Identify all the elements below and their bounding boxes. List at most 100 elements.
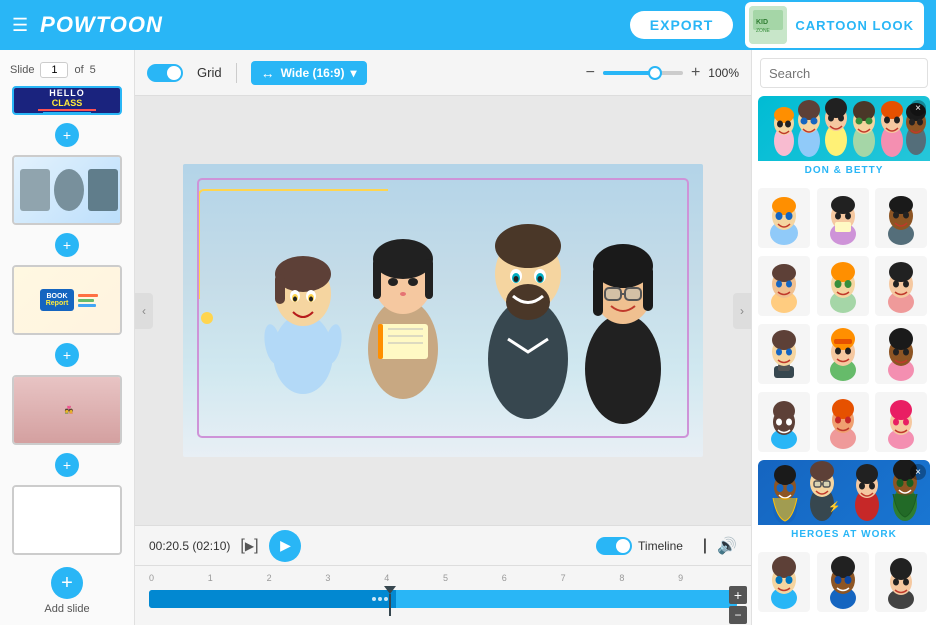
char-cell-14[interactable] <box>817 552 869 612</box>
playhead[interactable] <box>384 586 396 616</box>
timeline-toggle: Timeline <box>596 537 683 555</box>
char-cell-3[interactable] <box>875 188 927 248</box>
char-cell-13[interactable] <box>758 552 810 612</box>
zoom-slider[interactable] <box>603 71 683 75</box>
char-cell-7[interactable] <box>758 324 810 384</box>
cartoon-look-badge[interactable]: KID ZONE CARTOON LOOK <box>745 2 924 48</box>
play-button[interactable]: ▶ <box>269 530 301 562</box>
slide-thumb-4[interactable]: 💑 <box>12 375 122 445</box>
zoom-percentage: 100% <box>708 66 739 80</box>
timeline-zoom-in[interactable]: + <box>729 586 747 604</box>
slide-thumb-5[interactable] <box>12 485 122 555</box>
grid-toggle[interactable] <box>147 64 183 82</box>
panel-scroll: × DON & BETTY <box>752 96 936 625</box>
ruler-mark-0: 0 <box>149 573 208 583</box>
char-cell-10[interactable] <box>758 392 810 452</box>
heroes-label: HEROES AT WORK <box>758 525 930 544</box>
add-to-slide-4[interactable]: + <box>12 449 122 481</box>
add-to-slide-2[interactable]: + <box>12 229 122 261</box>
collapse-left-button[interactable]: ‹ <box>135 293 153 329</box>
timeline-switch[interactable] <box>596 537 632 555</box>
timeline-zoom-out[interactable]: − <box>729 606 747 624</box>
ruler-mark-9: 9 <box>678 573 737 583</box>
zoom-minus-button[interactable]: − <box>586 64 595 82</box>
character-grid-5 <box>758 552 930 612</box>
zoom-plus-button[interactable]: + <box>691 64 700 82</box>
aspect-ratio-button[interactable]: ↔ Wide (16:9) ▾ <box>251 61 367 85</box>
menu-icon[interactable]: ☰ <box>12 15 28 36</box>
bracket-button[interactable]: [ ▶ ] <box>240 537 258 555</box>
slide-thumb-1[interactable]: HELLO CLASS <box>12 86 122 115</box>
canvas-area: Grid ↔ Wide (16:9) ▾ − + 100% ‹ <box>135 50 751 625</box>
track-dot-1 <box>372 597 376 601</box>
right-panel: 🔍 <box>751 50 936 625</box>
track-dot-2 <box>378 597 382 601</box>
slide-thumb-3[interactable]: BOOK Report <box>12 265 122 335</box>
char-cell-5[interactable] <box>817 256 869 316</box>
add-icon-3: + <box>55 343 79 367</box>
cartoon-look-thumb: KID ZONE <box>749 6 787 44</box>
video-canvas-wrap: ‹ <box>135 96 751 525</box>
slide-thumb-2[interactable] <box>12 155 122 225</box>
add-slide-icon: + <box>51 567 83 599</box>
add-slide-button[interactable]: + Add slide <box>44 567 89 615</box>
add-slide-label: Add slide <box>44 603 89 615</box>
ruler-mark-2: 2 <box>267 573 326 583</box>
search-input[interactable] <box>769 66 936 81</box>
play-icon-small: ▶ <box>245 539 254 553</box>
svg-text:⚡: ⚡ <box>828 500 840 513</box>
canvas-toolbar: Grid ↔ Wide (16:9) ▾ − + 100% <box>135 50 751 96</box>
play-triangle-icon: ▶ <box>280 537 291 554</box>
add-to-slide-3[interactable]: + <box>12 339 122 371</box>
char-cell-12[interactable] <box>875 392 927 452</box>
ruler-mark-5: 5 <box>443 573 502 583</box>
add-icon-1: + <box>55 123 79 147</box>
characters-svg <box>183 164 703 457</box>
character-grid-3 <box>758 324 930 384</box>
char-cell-2[interactable] <box>817 188 869 248</box>
ruler-mark-1: 1 <box>208 573 267 583</box>
add-to-slide-1[interactable]: + <box>12 119 122 151</box>
grid-label: Grid <box>197 65 222 80</box>
char-cell-4[interactable] <box>758 256 810 316</box>
slide-nav: Slide of 5 <box>0 58 134 82</box>
ruler-mark-4: 4 <box>384 573 443 583</box>
main-layout: Slide of 5 HELLO CLASS + <box>0 50 936 625</box>
timeline-track[interactable] <box>149 590 737 608</box>
character-grid-1 <box>758 188 930 248</box>
app-header: ☰ POWTOON EXPORT KID ZONE CARTOON LOOK <box>0 0 936 50</box>
featured-card-don-betty[interactable]: × DON & BETTY <box>758 96 930 180</box>
timeline-label: Timeline <box>638 539 683 553</box>
don-betty-label: DON & BETTY <box>758 161 930 180</box>
aspect-ratio-label: Wide (16:9) <box>281 66 345 80</box>
close-don-betty[interactable]: × <box>910 100 926 116</box>
zoom-control: − + 100% <box>586 64 739 82</box>
char-cell-6[interactable] <box>875 256 927 316</box>
add-icon-2: + <box>55 233 79 257</box>
video-canvas[interactable] <box>183 164 703 457</box>
search-box: 🔍 <box>760 58 928 88</box>
volume-icon[interactable]: 🔊 <box>717 536 737 556</box>
char-cell-1[interactable] <box>758 188 810 248</box>
char-cell-11[interactable] <box>817 392 869 452</box>
featured-card-heroes[interactable]: ⚡ <box>758 460 930 544</box>
ruler-mark-7: 7 <box>561 573 620 583</box>
playback-bar: 00:20.5 (02:10) [ ▶ ] ▶ Timeline | 🔊 <box>135 525 751 565</box>
char-cell-15[interactable] <box>875 552 927 612</box>
close-heroes[interactable]: × <box>910 464 926 480</box>
export-button[interactable]: EXPORT <box>630 11 734 39</box>
don-betty-image <box>758 96 930 161</box>
bracket-right-icon: ] <box>254 537 258 555</box>
ruler-marks: 0 1 2 3 4 5 6 7 8 9 <box>149 573 737 583</box>
collapse-right-button[interactable]: › <box>733 293 751 329</box>
ruler-mark-3: 3 <box>325 573 384 583</box>
character-grid-4 <box>758 392 930 452</box>
slide-number-input[interactable] <box>40 62 68 78</box>
char-cell-9[interactable] <box>875 324 927 384</box>
separator-1 <box>236 63 237 83</box>
char-cell-8[interactable] <box>817 324 869 384</box>
zoom-thumb[interactable] <box>648 66 662 80</box>
slides-sidebar: Slide of 5 HELLO CLASS + <box>0 50 135 625</box>
svg-text:ZONE: ZONE <box>756 28 771 34</box>
playhead-line <box>389 594 391 616</box>
